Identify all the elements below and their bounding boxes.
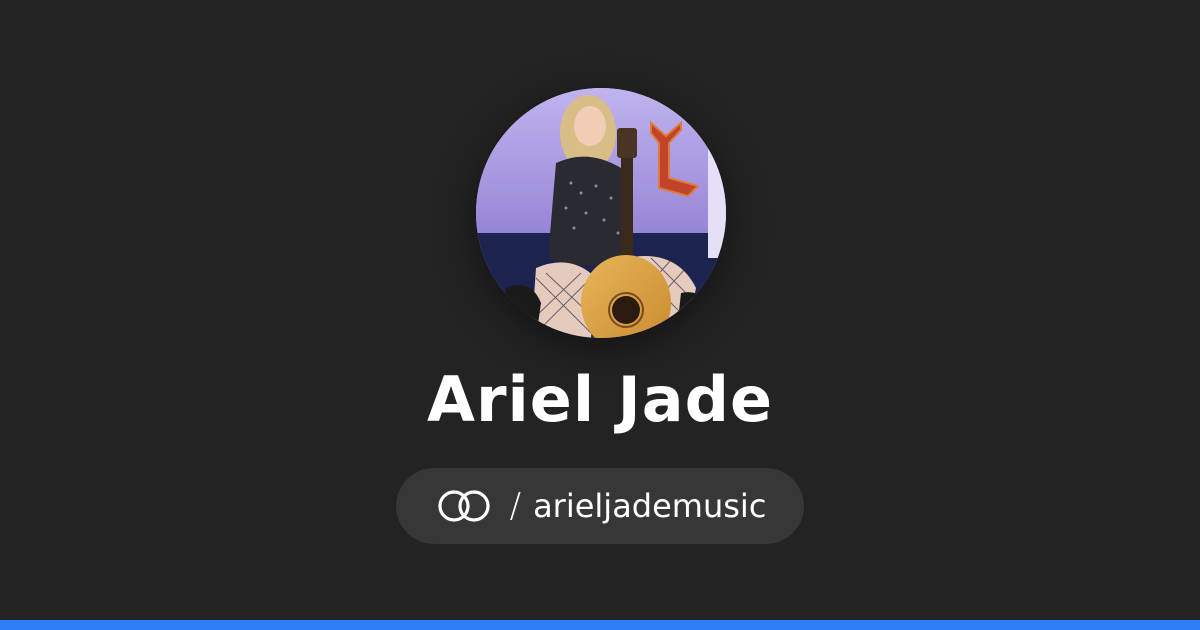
accent-bottom-bar bbox=[0, 620, 1200, 630]
profile-name: Ariel Jade bbox=[426, 363, 774, 436]
profile-handle-link[interactable]: / arieljademusic bbox=[396, 468, 804, 544]
profile-photo-illustration bbox=[476, 88, 726, 338]
linked-rings-logo-icon bbox=[437, 490, 490, 522]
profile-avatar bbox=[476, 88, 726, 338]
handle-username: arieljademusic bbox=[533, 487, 767, 525]
handle-separator: / bbox=[509, 486, 522, 526]
